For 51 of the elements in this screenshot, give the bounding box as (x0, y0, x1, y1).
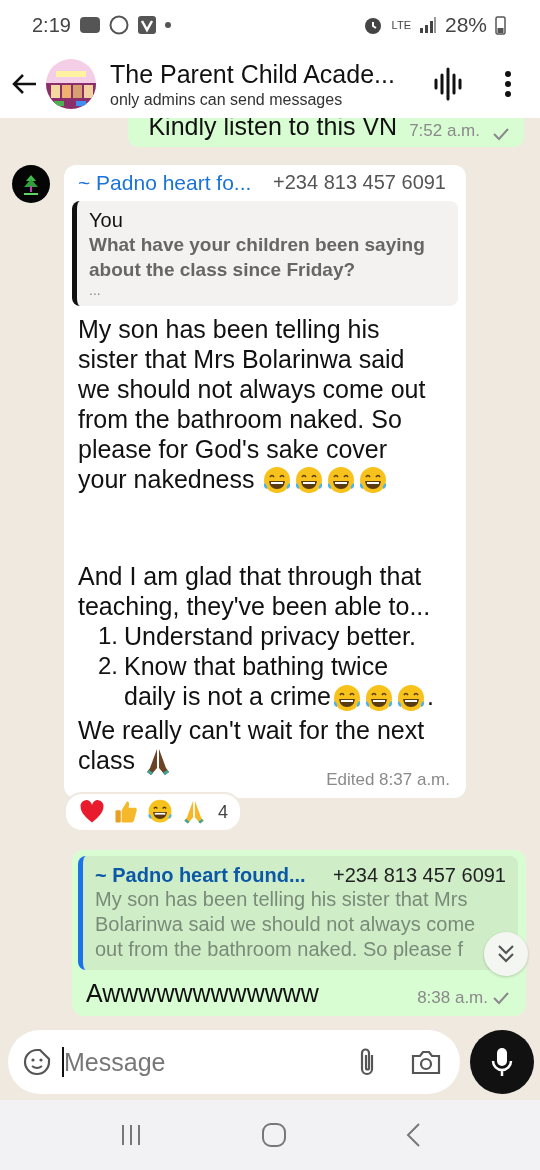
network-type: LTE (391, 19, 411, 31)
quote-author: You (89, 208, 124, 232)
message-text: And I am glad that through that teaching, they've been able to... (78, 562, 431, 621)
camera-icon[interactable] (410, 1048, 442, 1076)
quoted-message[interactable]: ~ Padno heart found... +234 813 457 6091 My son has been telling his sister that Mrs Bolarinwa said we should not always come out from the bathroom naked. So please f (78, 856, 518, 970)
waveform-icon (433, 67, 463, 101)
quote-more: ... (89, 281, 102, 298)
quoted-message[interactable]: You What have your children been saying about the class since Friday? ... (72, 200, 458, 306)
message-text: My son has been telling his sister that Mrs Bolarinwa said we should not always come out from the bathroom naked. So please for God's sake cover your nakedness (78, 314, 426, 493)
message-time: 8:38 a.m. (417, 988, 488, 1008)
back-nav-button[interactable] (405, 1122, 421, 1148)
home-icon (261, 1122, 287, 1148)
message-text: Awwwwwwwwwwww (86, 978, 319, 1008)
sender-phone: +234 813 457 6091 (273, 170, 446, 195)
sender-name[interactable]: ~ Padno heart fo... (78, 170, 252, 195)
check-icon (492, 126, 510, 141)
message-time: Edited 8:37 a.m. (326, 770, 450, 790)
dot-icon (164, 22, 171, 28)
input-placeholder: Message (64, 1047, 166, 1077)
list-item-text: Understand privacy better. (124, 621, 417, 652)
battery-icon (495, 15, 506, 35)
check-icon (492, 991, 510, 1005)
recent-apps-icon (119, 1123, 143, 1147)
back-chevron-icon (405, 1122, 421, 1148)
battery-percentage: 28% (444, 13, 487, 37)
double-chevron-down-icon (496, 943, 516, 965)
v-app-icon (136, 15, 157, 35)
list-number: 1. (97, 621, 119, 652)
sticker-icon[interactable] (22, 1047, 52, 1077)
chat-title[interactable]: The Parent Child Acade... (110, 59, 406, 89)
chat-subtitle: only admins can send messages (110, 90, 344, 109)
recent-apps-button[interactable] (119, 1123, 143, 1147)
scroll-down-button[interactable] (484, 932, 528, 976)
signal-icon (418, 16, 437, 34)
message-input[interactable]: Message (8, 1030, 460, 1094)
microphone-icon (490, 1046, 514, 1078)
message-time: 7:52 a.m. (409, 120, 480, 141)
quote-text: My son has been telling his sister that Mrs Bolarinwa said we should not always come out from the bathroom naked. So please f (95, 887, 477, 962)
reaction-count: 4 (218, 801, 228, 823)
quote-text: What have your children been saying about the class since Friday? (89, 232, 426, 282)
quote-author: ~ Padno heart found... (95, 864, 306, 887)
chat-notification-icon (78, 15, 101, 35)
home-button[interactable] (261, 1122, 287, 1148)
list-number: 2. (97, 651, 119, 682)
menu-icon (504, 71, 512, 97)
list-item-text: Know that bathing twice daily is not a crime . (124, 651, 440, 715)
reactions-pill[interactable]: 4 (64, 792, 242, 832)
back-arrow-icon (12, 73, 38, 95)
quote-phone: +234 813 457 6091 (333, 864, 506, 887)
text-cursor (62, 1047, 64, 1077)
status-time: 2:19 (32, 13, 71, 37)
